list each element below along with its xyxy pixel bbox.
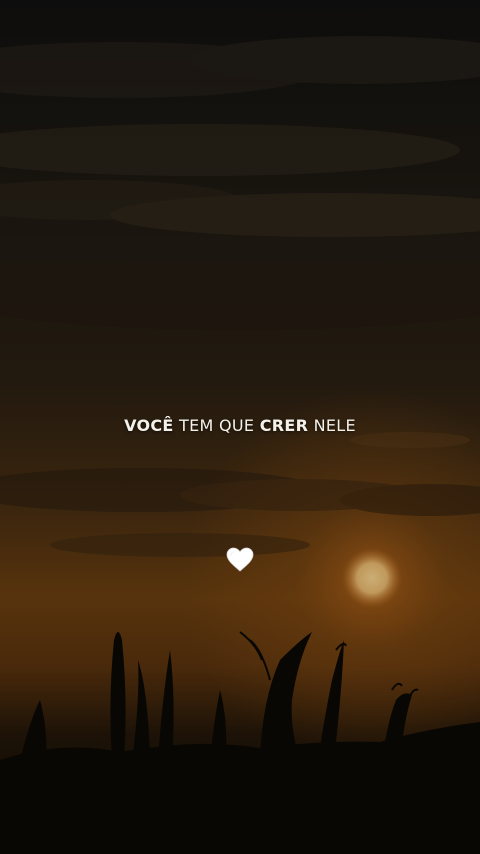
white-heart-icon (226, 547, 254, 572)
caption-word-voce: VOCÊ (124, 416, 174, 435)
caption-word-nele: NELE (308, 416, 356, 435)
caption-word-crer: CRER (259, 416, 309, 435)
caption-words-tem-que: TEM QUE (173, 416, 260, 435)
caption-text: VOCÊ TEM QUE CRER NELE (0, 416, 480, 435)
